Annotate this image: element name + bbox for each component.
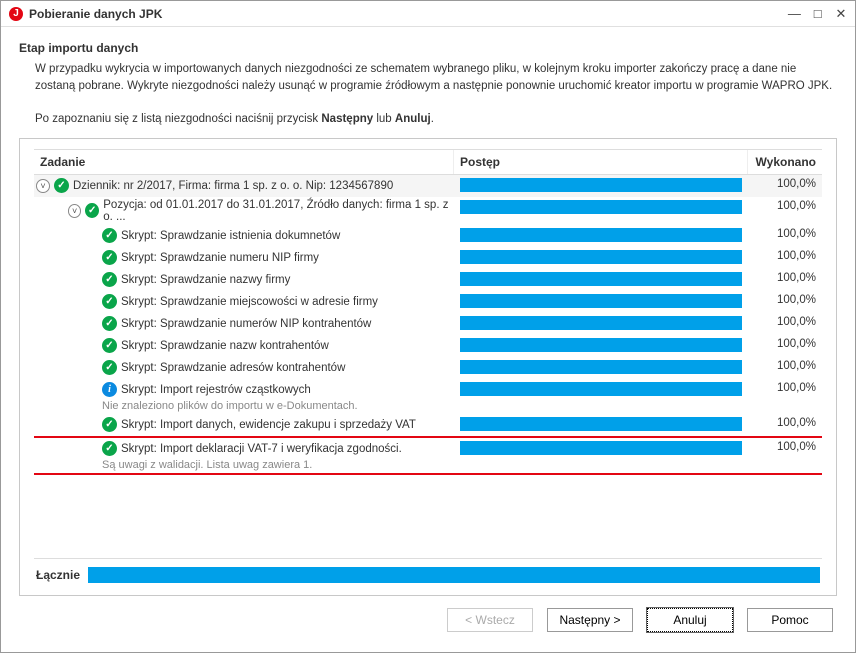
table-row[interactable]: ✓ Skrypt: Sprawdzanie nazwy firmy 100,0% (34, 269, 822, 291)
progress-bar (460, 294, 742, 308)
task-label: Skrypt: Sprawdzanie istnienia dokumnetów (121, 230, 340, 242)
window: J Pobieranie danych JPK — □ ✕ Etap impor… (0, 0, 856, 653)
progress-bar (460, 250, 742, 264)
task-label: Skrypt: Sprawdzanie nazwy firmy (121, 274, 290, 286)
stage-title: Etap importu danych (19, 41, 837, 55)
stage-desc-p1: W przypadku wykrycia w importowanych dan… (35, 63, 832, 92)
check-icon: ✓ (102, 441, 117, 456)
progress-bar (460, 338, 742, 352)
done-value: 100,0% (748, 379, 822, 397)
stage-desc-p2c: . (431, 113, 434, 125)
window-title: Pobieranie danych JPK (29, 7, 784, 21)
table-row[interactable]: ✓ Skrypt: Sprawdzanie istnienia dokumnetó… (34, 225, 822, 247)
table-row[interactable]: ✓ Skrypt: Sprawdzanie miejscowości w adre… (34, 291, 822, 313)
total-row: Łącznie (34, 559, 822, 585)
progress-bar (460, 178, 742, 192)
stage-desc-p2b: lub (373, 113, 395, 125)
task-label: Dziennik: nr 2/2017, Firma: firma 1 sp. … (73, 180, 393, 192)
task-label: Skrypt: Sprawdzanie nazw kontrahentów (121, 340, 329, 352)
task-label: Skrypt: Import deklaracji VAT-7 i weryfi… (121, 443, 402, 455)
back-button: < Wstecz (447, 608, 533, 632)
done-value: 100,0% (748, 269, 822, 287)
help-button[interactable]: Pomoc (747, 608, 833, 632)
progress-bar (460, 272, 742, 286)
table-row[interactable]: ✓ Skrypt: Sprawdzanie numerów NIP kontrah… (34, 313, 822, 335)
table-row[interactable]: ✓ Skrypt: Import danych, ewidencje zakupu… (34, 414, 822, 436)
app-icon: J (9, 7, 23, 21)
progress-bar (460, 316, 742, 330)
col-header-progress: Postęp (454, 150, 748, 174)
content: Etap importu danych W przypadku wykrycia… (1, 27, 855, 652)
task-label: Skrypt: Import rejestrów cząstkowych (121, 384, 311, 396)
window-controls: — □ ✕ (784, 6, 851, 22)
check-icon: ✓ (102, 228, 117, 243)
stage-desc-p2a: Po zapoznaniu się z listą niezgodności n… (35, 113, 321, 125)
titlebar: J Pobieranie danych JPK — □ ✕ (1, 1, 855, 27)
stage-desc-em1: Następny (321, 113, 373, 125)
done-value: 100,0% (748, 197, 822, 215)
total-progress-bar (88, 567, 820, 583)
done-value: 100,0% (748, 357, 822, 375)
table-row[interactable]: ✓ Skrypt: Import deklaracji VAT-7 i weryf… (34, 436, 822, 475)
done-value: 100,0% (748, 291, 822, 309)
collapse-icon[interactable]: ˅ (68, 204, 81, 218)
table-header: Zadanie Postęp Wykonano (34, 150, 822, 175)
col-header-done: Wykonano (748, 150, 822, 174)
check-icon: ✓ (102, 316, 117, 331)
progress-bar (460, 441, 742, 455)
done-value: 100,0% (748, 247, 822, 265)
task-label: Skrypt: Sprawdzanie numeru NIP firmy (121, 252, 319, 264)
check-icon: ✓ (54, 178, 69, 193)
next-button[interactable]: Następny > (547, 608, 633, 632)
table-row[interactable]: ✓ Skrypt: Sprawdzanie nazw kontrahentów 10… (34, 335, 822, 357)
col-header-task: Zadanie (34, 150, 454, 174)
task-label: Skrypt: Sprawdzanie adresów kontrahentów (121, 362, 345, 374)
task-table: Zadanie Postęp Wykonano ˅ ✓ Dziennik: nr 2… (34, 149, 822, 559)
button-row: < Wstecz Następny > Anuluj Pomoc (19, 596, 837, 646)
task-label: Skrypt: Sprawdzanie miejscowości w adres… (121, 296, 378, 308)
close-button[interactable]: ✕ (831, 6, 851, 22)
check-icon: ✓ (102, 250, 117, 265)
progress-bar (460, 200, 742, 214)
task-subtext: Nie znaleziono plików do importu w e-Dok… (34, 400, 450, 412)
task-subtext: Są uwagi z walidacji. Lista uwag zawiera… (34, 459, 450, 471)
done-value: 100,0% (748, 313, 822, 331)
check-icon: ✓ (85, 203, 99, 218)
total-label: Łącznie (36, 568, 80, 582)
table-row[interactable]: ✓ Skrypt: Sprawdzanie adresów kontrahentó… (34, 357, 822, 379)
task-label: Skrypt: Import danych, ewidencje zakupu … (121, 419, 416, 431)
task-label: Pozycja: od 01.01.2017 do 31.01.2017, Źr… (103, 199, 450, 223)
task-label: Skrypt: Sprawdzanie numerów NIP kontrahe… (121, 318, 371, 330)
done-value: 100,0% (748, 225, 822, 243)
check-icon: ✓ (102, 417, 117, 432)
table-body: ˅ ✓ Dziennik: nr 2/2017, Firma: firma 1 sp… (34, 175, 822, 558)
done-value: 100,0% (748, 175, 822, 193)
table-row[interactable]: ˅ ✓ Pozycja: od 01.01.2017 do 31.01.2017, … (34, 197, 822, 225)
done-value: 100,0% (748, 438, 822, 456)
progress-bar (460, 382, 742, 396)
progress-bar (460, 417, 742, 431)
progress-bar (460, 360, 742, 374)
stage-desc-em2: Anuluj (395, 113, 431, 125)
table-row[interactable]: ˅ ✓ Dziennik: nr 2/2017, Firma: firma 1 sp… (34, 175, 822, 197)
progress-bar (460, 228, 742, 242)
collapse-icon[interactable]: ˅ (36, 179, 50, 193)
table-row[interactable]: ✓ Skrypt: Sprawdzanie numeru NIP firmy 100… (34, 247, 822, 269)
minimize-button[interactable]: — (784, 6, 804, 21)
stage-description: W przypadku wykrycia w importowanych dan… (35, 61, 837, 128)
check-icon: ✓ (102, 294, 117, 309)
maximize-button[interactable]: □ (808, 6, 828, 21)
table-row[interactable]: i Skrypt: Import rejestrów cząstkowych Nie… (34, 379, 822, 414)
cancel-button[interactable]: Anuluj (647, 608, 733, 632)
done-value: 100,0% (748, 335, 822, 353)
check-icon: ✓ (102, 360, 117, 375)
info-icon: i (102, 382, 117, 397)
check-icon: ✓ (102, 338, 117, 353)
done-value: 100,0% (748, 414, 822, 432)
check-icon: ✓ (102, 272, 117, 287)
progress-frame: Zadanie Postęp Wykonano ˅ ✓ Dziennik: nr 2… (19, 138, 837, 596)
